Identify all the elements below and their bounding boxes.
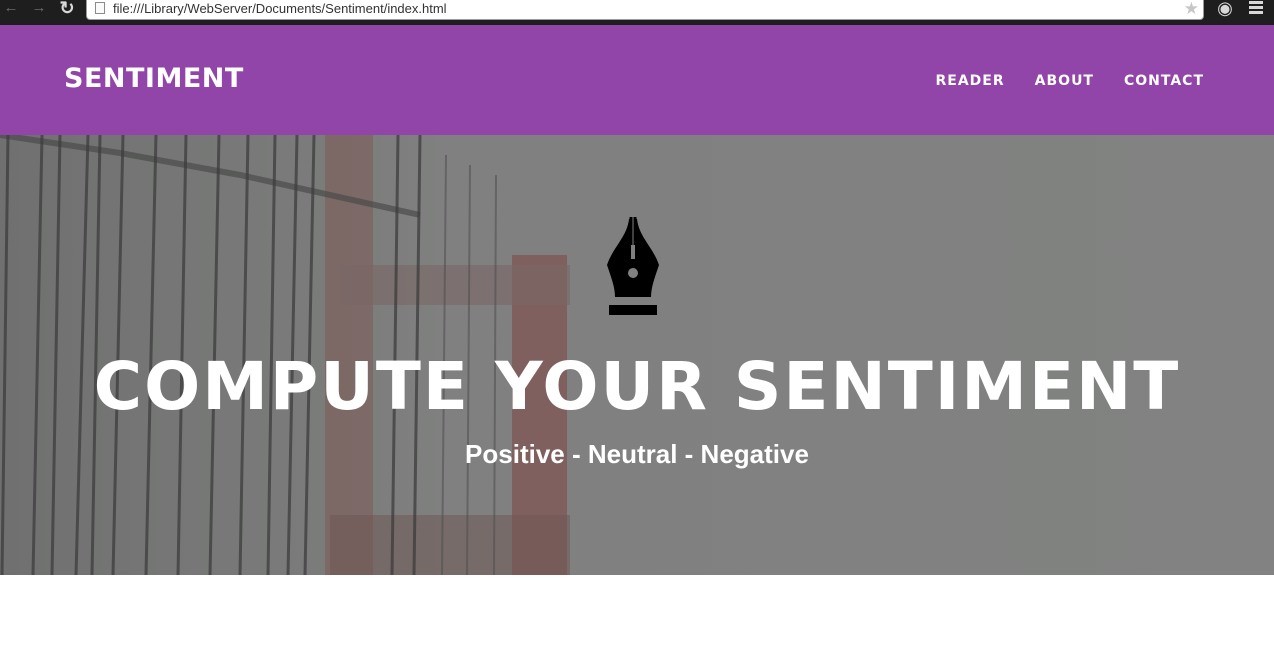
bookmark-star-icon[interactable]: ★ — [1184, 0, 1199, 19]
site-header: SENTIMENT READER ABOUT CONTACT — [0, 25, 1274, 135]
hero-title: COMPUTE YOUR SENTIMENT — [93, 348, 1181, 425]
hero-section: COMPUTE YOUR SENTIMENT Positive - Neutra… — [0, 135, 1274, 575]
back-arrow-icon[interactable]: ← — [0, 0, 22, 20]
nav-about-link[interactable]: ABOUT — [1035, 72, 1094, 90]
hero-subtitle: Positive - Neutral - Negative — [465, 439, 809, 469]
browser-menu-icon[interactable] — [1246, 1, 1266, 17]
nav-reader-link[interactable]: READER — [936, 72, 1005, 90]
fountain-pen-icon — [607, 217, 659, 315]
extension-icon[interactable]: ◉ — [1215, 0, 1235, 18]
forward-arrow-icon[interactable]: → — [28, 0, 50, 20]
browser-toolbar: ← → ↻ file:///Library/WebServer/Document… — [0, 0, 1274, 25]
brand-logo[interactable]: SENTIMENT — [64, 63, 244, 95]
address-bar[interactable]: file:///Library/WebServer/Documents/Sent… — [86, 0, 1204, 20]
address-url[interactable]: file:///Library/WebServer/Documents/Sent… — [113, 1, 447, 16]
page-icon — [95, 2, 105, 14]
main-nav: READER ABOUT CONTACT — [936, 72, 1205, 90]
reload-icon[interactable]: ↻ — [56, 0, 78, 20]
nav-contact-link[interactable]: CONTACT — [1124, 72, 1204, 90]
